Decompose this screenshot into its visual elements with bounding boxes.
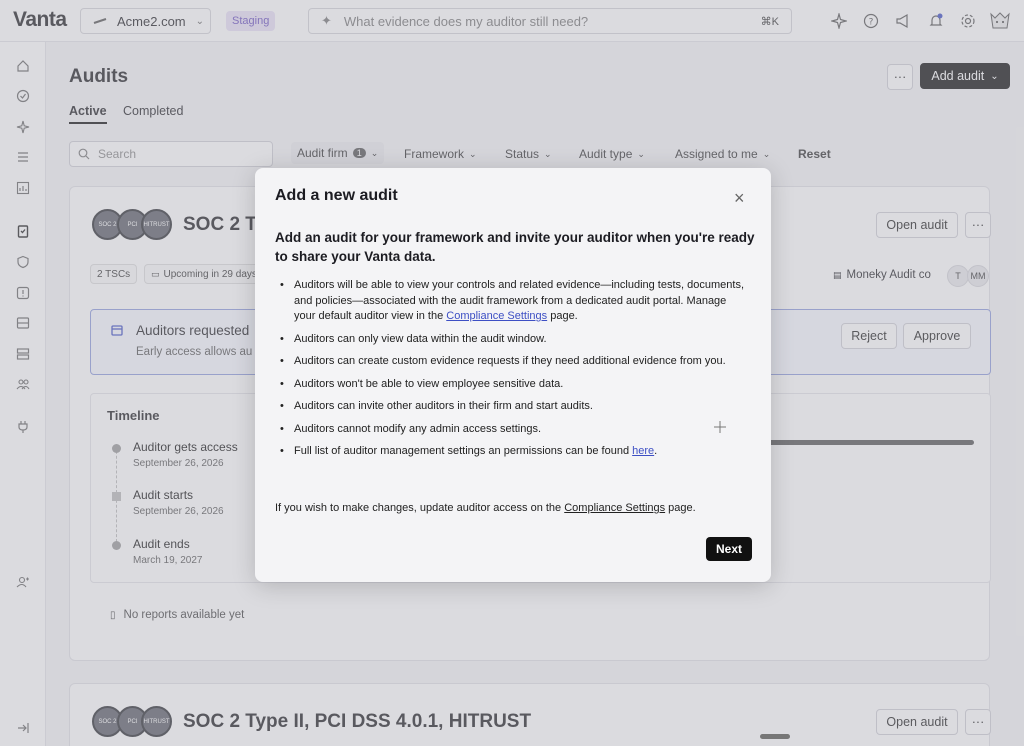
modal-footer-note: If you wish to make changes, update audi… [275, 502, 755, 514]
list-item: Auditors can invite other auditors in th… [275, 399, 745, 415]
next-button[interactable]: Next [706, 537, 752, 561]
list-item: Auditors won't be able to view employee … [275, 377, 745, 393]
bullet-text: . [654, 445, 658, 457]
modal-lead: Add an audit for your framework and invi… [275, 230, 755, 264]
bullet-text: Full list of auditor management settings… [294, 445, 633, 457]
permissions-link[interactable]: here [632, 445, 654, 457]
footer-text: If you wish to make changes, update audi… [275, 502, 565, 514]
modal-bullet-list: Auditors will be able to view your contr… [275, 278, 745, 467]
add-audit-modal: Add a new audit × Add an audit for your … [255, 168, 771, 582]
modal-title: Add a new audit [275, 187, 398, 204]
list-item: Auditors can create custom evidence requ… [275, 354, 745, 370]
close-icon[interactable]: × [734, 188, 745, 209]
footer-text: page. [665, 502, 696, 514]
list-item: Auditors can only view data within the a… [275, 332, 745, 348]
scroll-indicator[interactable] [760, 734, 790, 739]
list-item: Full list of auditor management settings… [275, 444, 745, 460]
list-item: Auditors cannot modify any admin access … [275, 422, 745, 438]
cursor-crosshair-icon [714, 421, 726, 433]
compliance-settings-link[interactable]: Compliance Settings [564, 502, 665, 514]
list-item: Auditors will be able to view your contr… [275, 278, 745, 325]
bullet-text: page. [547, 310, 578, 322]
compliance-settings-link[interactable]: Compliance Settings [446, 310, 547, 322]
